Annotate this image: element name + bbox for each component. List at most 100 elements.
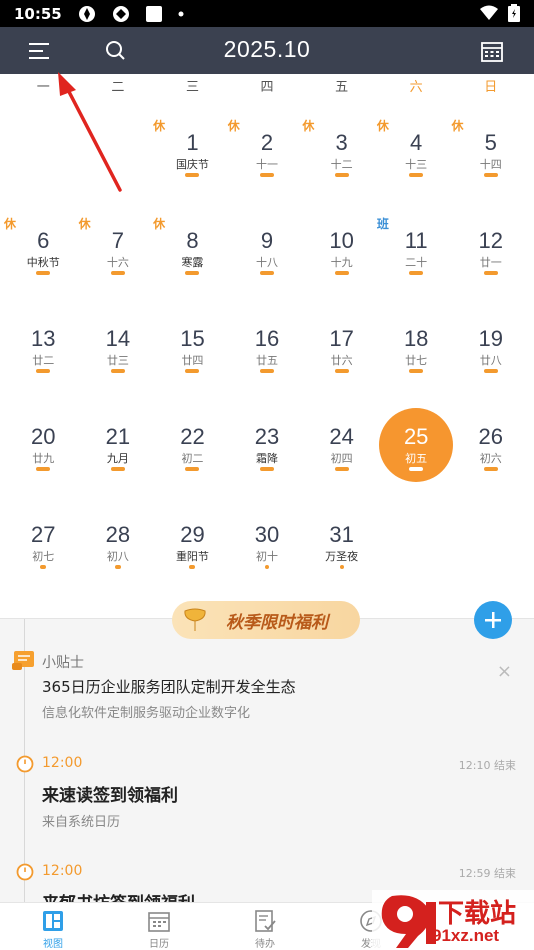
day-cell-21[interactable]: 21 九月 [81,394,156,492]
day-cell-20[interactable]: 20 廿九 [6,394,81,492]
event-indicator [334,369,349,373]
event-indicator [409,369,424,373]
event-indicator [110,271,125,275]
square-notification-icon [145,5,162,22]
lunar-date: 十六 [106,256,129,269]
nav-view[interactable]: 视图 [0,903,106,950]
calendar-icon [148,912,170,932]
lunar-date: 重阳节 [175,550,209,563]
tip-scroll-icon [12,651,34,670]
event-title[interactable]: 来郁书坊签到领福利 [42,889,195,902]
day-cell-9[interactable]: 9 十八 [230,198,305,296]
day-cell-18[interactable]: 18 廿七 [379,296,454,394]
calendar-week-row: 20 廿九 21 九月 22 初二 23 霜降 24 初四 25 初五 26 初六 [6,394,528,492]
tip-title[interactable]: 365日历企业服务团队定制开发全生态 [42,676,296,697]
day-number: 17 [329,326,354,351]
event-indicator [40,565,47,569]
day-cell-24[interactable]: 24 初四 [304,394,379,492]
event-indicator [185,173,200,177]
lunar-date: 寒露 [181,256,204,269]
event-indicator [260,467,275,471]
day-cell-5[interactable]: 休 5 十四 [451,100,528,198]
lunar-date: 十三 [405,158,428,171]
autumn-promo-banner[interactable]: 秋季限时福利 [172,601,360,639]
day-number: 4 [410,130,423,155]
day-cell-28[interactable]: 28 初八 [81,492,156,590]
day-cell-23[interactable]: 23 霜降 [230,394,305,492]
lunar-date: 廿一 [479,256,502,269]
weekday-label: 五 [335,80,349,95]
day-number: 22 [180,424,205,449]
nav-todo[interactable]: 待办 [212,903,318,950]
calendar-view-button[interactable] [470,27,514,74]
event-indicator [185,369,200,373]
weekday-label: 三 [185,80,199,95]
add-event-button[interactable] [474,601,512,639]
dot-icon [178,11,184,17]
lunar-date: 初六 [479,452,502,465]
event-indicator [334,271,349,275]
day-cell-11[interactable]: 班 11 二十 [377,198,454,296]
nav-calendar[interactable]: 日历 [106,903,212,950]
day-cell-3[interactable]: 休 3 十二 [302,100,379,198]
day-cell-16[interactable]: 16 廿五 [230,296,305,394]
day-cell-17[interactable]: 17 廿六 [304,296,379,394]
clock-icon [16,863,34,881]
day-number: 13 [31,326,56,351]
day-number: 11 [404,228,428,253]
day-number: 26 [478,424,503,449]
event-title[interactable]: 来速读签到领福利 [42,781,178,806]
lunar-date: 廿四 [181,354,204,367]
day-cell-10[interactable]: 10 十九 [304,198,379,296]
day-cell-6[interactable]: 休 6 中秋节 [4,198,81,296]
view-grid-icon [43,911,63,931]
day-cell-4[interactable]: 休 4 十三 [377,100,454,198]
event-indicator [36,369,51,373]
lunar-date: 十八 [256,256,279,269]
day-cell-15[interactable]: 15 廿四 [155,296,230,394]
day-cell-14[interactable]: 14 廿三 [81,296,156,394]
todo-icon [255,910,276,932]
day-cell-29[interactable]: 29 重阳节 [155,492,230,590]
empty-day-cell [379,492,454,590]
day-cell-22[interactable]: 22 初二 [155,394,230,492]
day-cell-30[interactable]: 30 初十 [230,492,305,590]
day-number: 14 [105,326,131,351]
event-indicator [483,369,498,373]
day-cell-19[interactable]: 19 廿八 [453,296,528,394]
day-cell-26[interactable]: 26 初六 [453,394,528,492]
lunar-date: 十一 [256,158,279,171]
day-cell-31[interactable]: 31 万圣夜 [304,492,379,590]
event-end-time: 12:59 结束 [458,867,516,880]
day-number: 30 [254,522,280,547]
event-indicator [114,565,121,569]
day-cell-25[interactable]: 25 初五 [379,394,454,492]
day-cell-12[interactable]: 12 廿一 [453,198,528,296]
agenda-list[interactable]: 小贴士 × 365日历企业服务团队定制开发全生态 信息化软件定制服务驱动企业数字… [0,618,534,902]
day-cell-13[interactable]: 13 廿二 [6,296,81,394]
lunar-date: 廿七 [405,354,428,367]
lunar-date: 初七 [32,550,55,563]
day-cell-2[interactable]: 休 2 十一 [228,100,305,198]
empty-day-cell [453,492,528,590]
day-number: 8 [186,228,199,253]
lunar-date: 国庆节 [175,158,209,171]
event-indicator [36,271,51,275]
lunar-date: 廿三 [106,354,129,367]
day-cell-8[interactable]: 休 8 寒露 [153,198,230,296]
lunar-date: 十九 [330,256,353,269]
lunar-date: 初四 [330,452,353,465]
page-title[interactable]: 2025.10 [0,36,534,63]
event-indicator [189,565,196,569]
lunar-date: 霜降 [256,452,279,465]
day-cell-1[interactable]: 休 1 国庆节 [153,100,230,198]
event-time: 12:00 [42,863,83,879]
watermark-brand: 下载站 [438,898,517,928]
tip-close-button[interactable]: × [497,661,512,682]
event-indicator [185,271,200,275]
status-time: 10:55 [14,4,62,23]
event-indicator [185,467,200,471]
day-cell-7[interactable]: 休 7 十六 [79,198,156,296]
day-cell-27[interactable]: 27 初七 [6,492,81,590]
day-number: 21 [105,424,131,449]
